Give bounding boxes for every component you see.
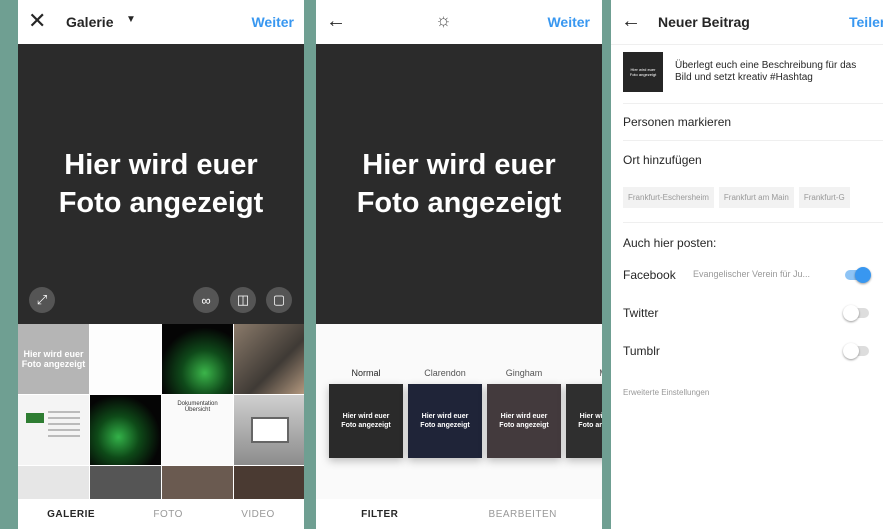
thumb-text-lines: [48, 411, 80, 439]
thumbnail-caption: Hier wird euer Foto angezeigt: [629, 67, 657, 77]
gallery-thumb[interactable]: [234, 324, 304, 394]
tag-people-row[interactable]: Personen markieren: [623, 115, 883, 129]
photo-preview: Hier wird euer Foto angezeigt: [18, 44, 304, 324]
filter-strip: Normal Hier wird euer Foto angezeigt Cla…: [316, 324, 602, 500]
facebook-row: Facebook Evangelischer Verein für Ju...: [623, 268, 883, 282]
add-location-row[interactable]: Ort hinzufügen: [623, 153, 883, 167]
filter-normal[interactable]: Normal Hier wird euer Foto angezeigt: [329, 368, 403, 458]
twitter-toggle[interactable]: [843, 305, 869, 321]
brightness-icon[interactable]: ☼: [435, 10, 452, 31]
gallery-thumb[interactable]: [90, 324, 161, 394]
thumb-logo: [26, 413, 44, 423]
filter-screen: ← ☼ Weiter Hier wird euer Foto angezeigt…: [316, 0, 602, 529]
page-title: Neuer Beitrag: [658, 14, 750, 30]
caption-input[interactable]: Überlegt euch eine Beschreibung für das …: [675, 60, 875, 84]
toggle-knob: [843, 343, 859, 359]
gallery-grid: Hier wird euer Foto angezeigt Dokumentat…: [18, 324, 304, 500]
back-arrow-icon[interactable]: ←: [621, 10, 641, 33]
filter-clarendon[interactable]: Clarendon Hier wird euer Foto angezeigt: [408, 368, 482, 458]
multi-select-icon[interactable]: ▢: [266, 287, 292, 313]
location-suggestions: Frankfurt-Eschersheim Frankfurt am Main Fr…: [623, 187, 883, 208]
filter-name: Clarendon: [424, 368, 466, 378]
screen-icon: [250, 417, 289, 443]
filter-tabs: FILTER BEARBEITEN: [316, 499, 602, 529]
next-button[interactable]: Weiter: [251, 14, 294, 30]
new-post-screen: ← Neuer Beitrag Teilen Hier wird euer Fo…: [611, 0, 883, 529]
divider: [623, 140, 883, 141]
close-icon[interactable]: ✕: [28, 9, 46, 33]
filter-top-bar: ← ☼ Weiter: [316, 0, 602, 44]
gallery-thumb[interactable]: [234, 395, 304, 465]
filter-thumb: Hier wird euer Foto angezeigt: [408, 384, 482, 458]
filter-gingham[interactable]: Gingham Hier wird euer Foto angezeigt: [487, 368, 561, 458]
divider: [623, 222, 883, 223]
expand-icon[interactable]: ⤢: [29, 287, 55, 313]
gallery-top-bar: ✕ Galerie ▼ Weiter: [18, 0, 304, 44]
toggle-knob: [855, 267, 871, 283]
thumb-caption: Hier wird euer Foto angezeigt: [21, 349, 86, 369]
filter-name: M: [566, 368, 602, 378]
location-chip[interactable]: Frankfurt-Eschersheim: [623, 187, 714, 208]
location-chip[interactable]: Frankfurt am Main: [718, 187, 794, 208]
filter-thumb: Hier wird euer Foto angezeigt: [566, 384, 602, 458]
doc-title: Dokumentation Übersicht: [177, 401, 218, 413]
facebook-label: Facebook: [623, 268, 676, 282]
gallery-title[interactable]: Galerie: [66, 14, 113, 30]
advanced-settings-link[interactable]: Erweiterte Einstellungen: [623, 388, 883, 397]
filter-moon[interactable]: M Hier wird euer Foto angezeigt: [566, 368, 602, 458]
back-arrow-icon[interactable]: ←: [326, 10, 346, 33]
tab-edit[interactable]: BEARBEITEN: [489, 509, 557, 520]
location-chip[interactable]: Frankfurt-G: [798, 187, 850, 208]
gallery-screen: ✕ Galerie ▼ Weiter Hier wird euer Foto a…: [18, 0, 304, 529]
tab-filter[interactable]: FILTER: [361, 509, 398, 520]
share-button[interactable]: Teilen: [849, 14, 883, 30]
filter-name: Normal: [351, 368, 381, 378]
gallery-thumb[interactable]: [234, 466, 304, 500]
gallery-thumb[interactable]: [18, 395, 89, 465]
gallery-thumb[interactable]: [18, 466, 89, 500]
facebook-page: Evangelischer Verein für Ju...: [693, 269, 811, 279]
also-post-label: Auch hier posten:: [623, 236, 717, 250]
chevron-down-icon[interactable]: ▼: [126, 14, 136, 25]
photo-preview: Hier wird euer Foto angezeigt: [316, 44, 602, 324]
gallery-thumb[interactable]: Dokumentation Übersicht: [162, 395, 233, 465]
divider: [623, 103, 883, 104]
tab-video[interactable]: VIDEO: [241, 509, 275, 520]
toggle-knob: [843, 305, 859, 321]
boomerang-icon[interactable]: ∞: [193, 287, 219, 313]
gallery-thumb[interactable]: Hier wird euer Foto angezeigt: [18, 324, 89, 394]
gallery-thumb[interactable]: [90, 466, 161, 500]
tumblr-toggle[interactable]: [843, 343, 869, 359]
new-post-top-bar: ← Neuer Beitrag Teilen: [611, 0, 883, 45]
filter-thumb: Hier wird euer Foto angezeigt: [329, 384, 403, 458]
filter-name: Gingham: [505, 368, 543, 378]
gallery-thumb[interactable]: [90, 395, 161, 465]
filter-thumb: Hier wird euer Foto angezeigt: [487, 384, 561, 458]
gallery-tabs: GALERIE FOTO VIDEO: [18, 499, 304, 529]
layout-icon[interactable]: ◫: [230, 287, 256, 313]
tab-gallery[interactable]: GALERIE: [47, 509, 95, 520]
next-button[interactable]: Weiter: [547, 14, 590, 30]
gallery-thumb[interactable]: [162, 324, 233, 394]
gallery-thumb[interactable]: [162, 466, 233, 500]
post-thumbnail: Hier wird euer Foto angezeigt: [623, 52, 663, 92]
tab-photo[interactable]: FOTO: [153, 509, 183, 520]
facebook-toggle[interactable]: [845, 267, 871, 283]
